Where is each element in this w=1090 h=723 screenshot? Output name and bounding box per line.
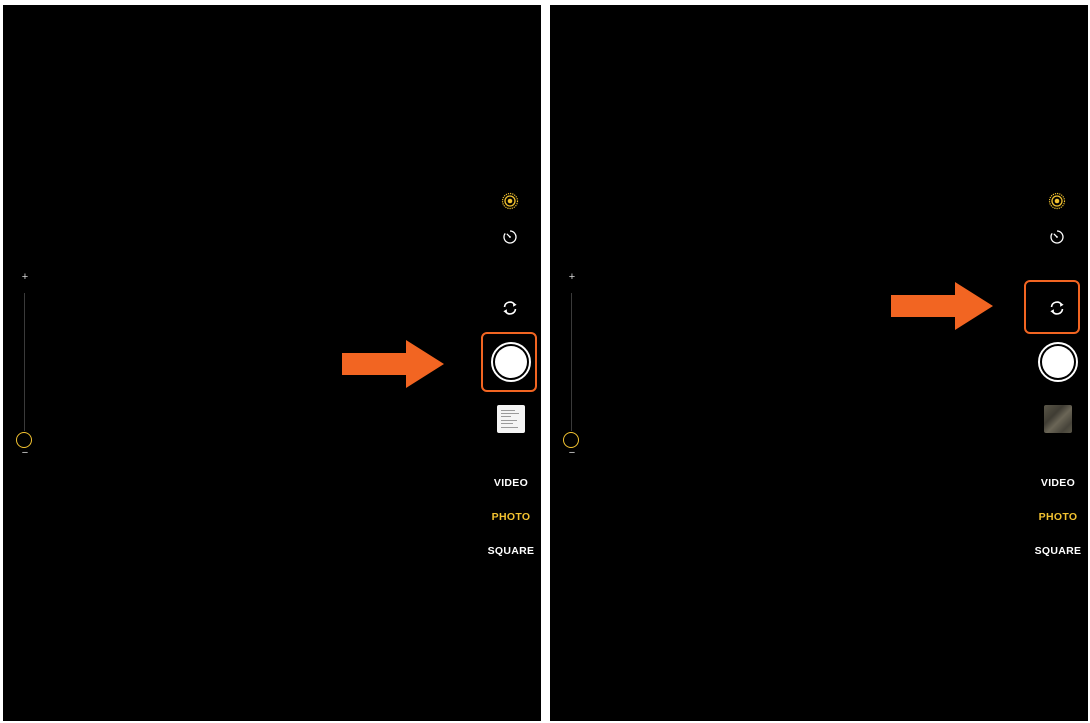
zoom-in-label: + <box>568 271 576 283</box>
camera-screen-right: + − VIDEO PHOTO SQUARE <box>550 5 1088 721</box>
shutter-highlight <box>481 332 537 392</box>
shutter-icon <box>1038 342 1078 382</box>
texture-thumbnail-image <box>1044 405 1072 433</box>
mode-video[interactable]: VIDEO <box>481 477 541 489</box>
annotation-arrow <box>342 340 444 388</box>
zoom-out-label: − <box>21 447 29 459</box>
last-photo-thumbnail[interactable] <box>1044 405 1072 433</box>
live-photo-button[interactable] <box>500 191 520 211</box>
live-photo-icon <box>501 192 519 210</box>
camera-screen-left: + − VIDEO PHOTO SQUARE <box>3 5 541 721</box>
zoom-out-label: − <box>568 447 576 459</box>
camera-flip-icon <box>503 301 517 315</box>
timer-icon <box>1050 230 1064 244</box>
zoom-track[interactable] <box>571 293 572 431</box>
zoom-slider[interactable]: + − <box>560 271 584 461</box>
flip-camera-button[interactable] <box>499 297 521 319</box>
mode-photo[interactable]: PHOTO <box>1028 511 1088 523</box>
zoom-slider[interactable]: + − <box>13 271 37 461</box>
timer-button[interactable] <box>500 227 520 247</box>
zoom-in-label: + <box>21 271 29 283</box>
annotation-arrow <box>891 282 993 330</box>
timer-icon <box>503 230 517 244</box>
last-photo-thumbnail[interactable] <box>497 405 525 433</box>
zoom-knob[interactable] <box>563 432 579 448</box>
mode-video[interactable]: VIDEO <box>1028 477 1088 489</box>
camera-controls: VIDEO PHOTO SQUARE <box>1028 5 1088 721</box>
zoom-knob[interactable] <box>16 432 32 448</box>
live-photo-icon <box>1048 192 1066 210</box>
mode-square[interactable]: SQUARE <box>1028 545 1088 557</box>
live-photo-button[interactable] <box>1047 191 1067 211</box>
mode-photo[interactable]: PHOTO <box>481 511 541 523</box>
flip-camera-highlight <box>1024 280 1080 334</box>
timer-button[interactable] <box>1047 227 1067 247</box>
shutter-button[interactable] <box>1036 340 1080 384</box>
document-thumbnail-image <box>497 405 525 433</box>
mode-square[interactable]: SQUARE <box>481 545 541 557</box>
zoom-track[interactable] <box>24 293 25 431</box>
